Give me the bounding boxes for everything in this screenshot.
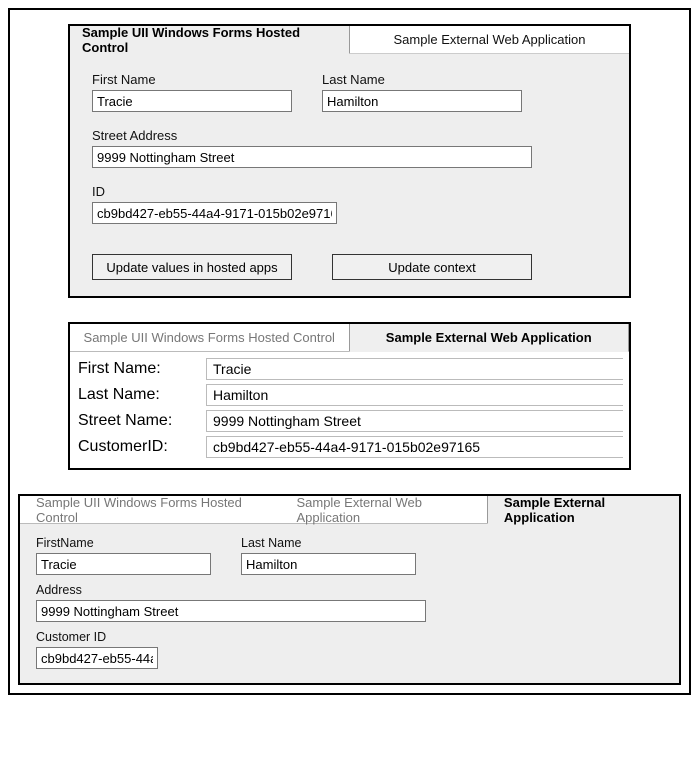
kv-first-name: First Name: Tracie xyxy=(76,356,623,382)
kv-key-last-name: Last Name: xyxy=(76,386,206,404)
label-street-address: Street Address xyxy=(92,128,607,143)
tab-external-web[interactable]: Sample External Web Application xyxy=(350,26,629,54)
kv-val-customer-id[interactable]: cb9bd427-eb55-44a4-9171-015b02e97165 xyxy=(206,436,623,458)
tab-external-app-3[interactable]: Sample External Application xyxy=(487,496,679,524)
label-address-3: Address xyxy=(36,583,663,597)
panel1-body: First Name Last Name Street Address ID U… xyxy=(70,54,629,296)
label-last-name: Last Name xyxy=(322,72,522,87)
field-last-name-3: Last Name xyxy=(241,536,416,575)
update-context-button[interactable]: Update context xyxy=(332,254,532,280)
kv-key-first-name: First Name: xyxy=(76,360,206,378)
tabs-panel3: Sample UII Windows Forms Hosted Control … xyxy=(20,496,679,524)
input-id[interactable] xyxy=(92,202,337,224)
tabs-panel2: Sample UII Windows Forms Hosted Control … xyxy=(70,324,629,352)
panel-external-app: Sample UII Windows Forms Hosted Control … xyxy=(18,494,681,685)
update-hosted-apps-button[interactable]: Update values in hosted apps xyxy=(92,254,292,280)
tab-external-web-2[interactable]: Sample External Web Application xyxy=(349,324,630,352)
kv-key-street-name: Street Name: xyxy=(76,412,206,430)
field-last-name: Last Name xyxy=(322,72,522,112)
label-first-name-3: FirstName xyxy=(36,536,211,550)
input-first-name[interactable] xyxy=(92,90,292,112)
field-first-name-3: FirstName xyxy=(36,536,211,575)
kv-key-customer-id: CustomerID: xyxy=(76,438,206,456)
panel-winforms: Sample UII Windows Forms Hosted Control … xyxy=(68,24,631,298)
kv-customer-id: CustomerID: cb9bd427-eb55-44a4-9171-015b… xyxy=(76,434,623,460)
tab-external-web-3[interactable]: Sample External Web Application xyxy=(280,496,486,524)
field-id: ID xyxy=(92,184,607,224)
field-first-name: First Name xyxy=(92,72,292,112)
input-customer-id-3[interactable] xyxy=(36,647,158,669)
tab-winforms-hosted-3[interactable]: Sample UII Windows Forms Hosted Control xyxy=(20,496,280,524)
panel2-body: First Name: Tracie Last Name: Hamilton S… xyxy=(70,352,629,468)
input-last-name-3[interactable] xyxy=(241,553,416,575)
input-street-address[interactable] xyxy=(92,146,532,168)
field-customer-id-3: Customer ID xyxy=(36,630,663,669)
input-last-name[interactable] xyxy=(322,90,522,112)
document-root: Sample UII Windows Forms Hosted Control … xyxy=(8,8,691,695)
tab-winforms-hosted-2[interactable]: Sample UII Windows Forms Hosted Control xyxy=(70,324,349,352)
field-street-address: Street Address xyxy=(92,128,607,168)
label-customer-id-3: Customer ID xyxy=(36,630,663,644)
kv-val-last-name[interactable]: Hamilton xyxy=(206,384,623,406)
label-first-name: First Name xyxy=(92,72,292,87)
label-last-name-3: Last Name xyxy=(241,536,416,550)
tab-winforms-hosted[interactable]: Sample UII Windows Forms Hosted Control xyxy=(70,26,350,54)
panel-external-web: Sample UII Windows Forms Hosted Control … xyxy=(68,322,631,470)
kv-last-name: Last Name: Hamilton xyxy=(76,382,623,408)
input-address-3[interactable] xyxy=(36,600,426,622)
panel3-body: FirstName Last Name Address Customer ID xyxy=(20,524,679,683)
tabs-panel1: Sample UII Windows Forms Hosted Control … xyxy=(70,26,629,54)
kv-street-name: Street Name: 9999 Nottingham Street xyxy=(76,408,623,434)
field-address-3: Address xyxy=(36,583,663,622)
kv-val-first-name[interactable]: Tracie xyxy=(206,358,623,380)
kv-val-street-name[interactable]: 9999 Nottingham Street xyxy=(206,410,623,432)
input-first-name-3[interactable] xyxy=(36,553,211,575)
label-id: ID xyxy=(92,184,607,199)
